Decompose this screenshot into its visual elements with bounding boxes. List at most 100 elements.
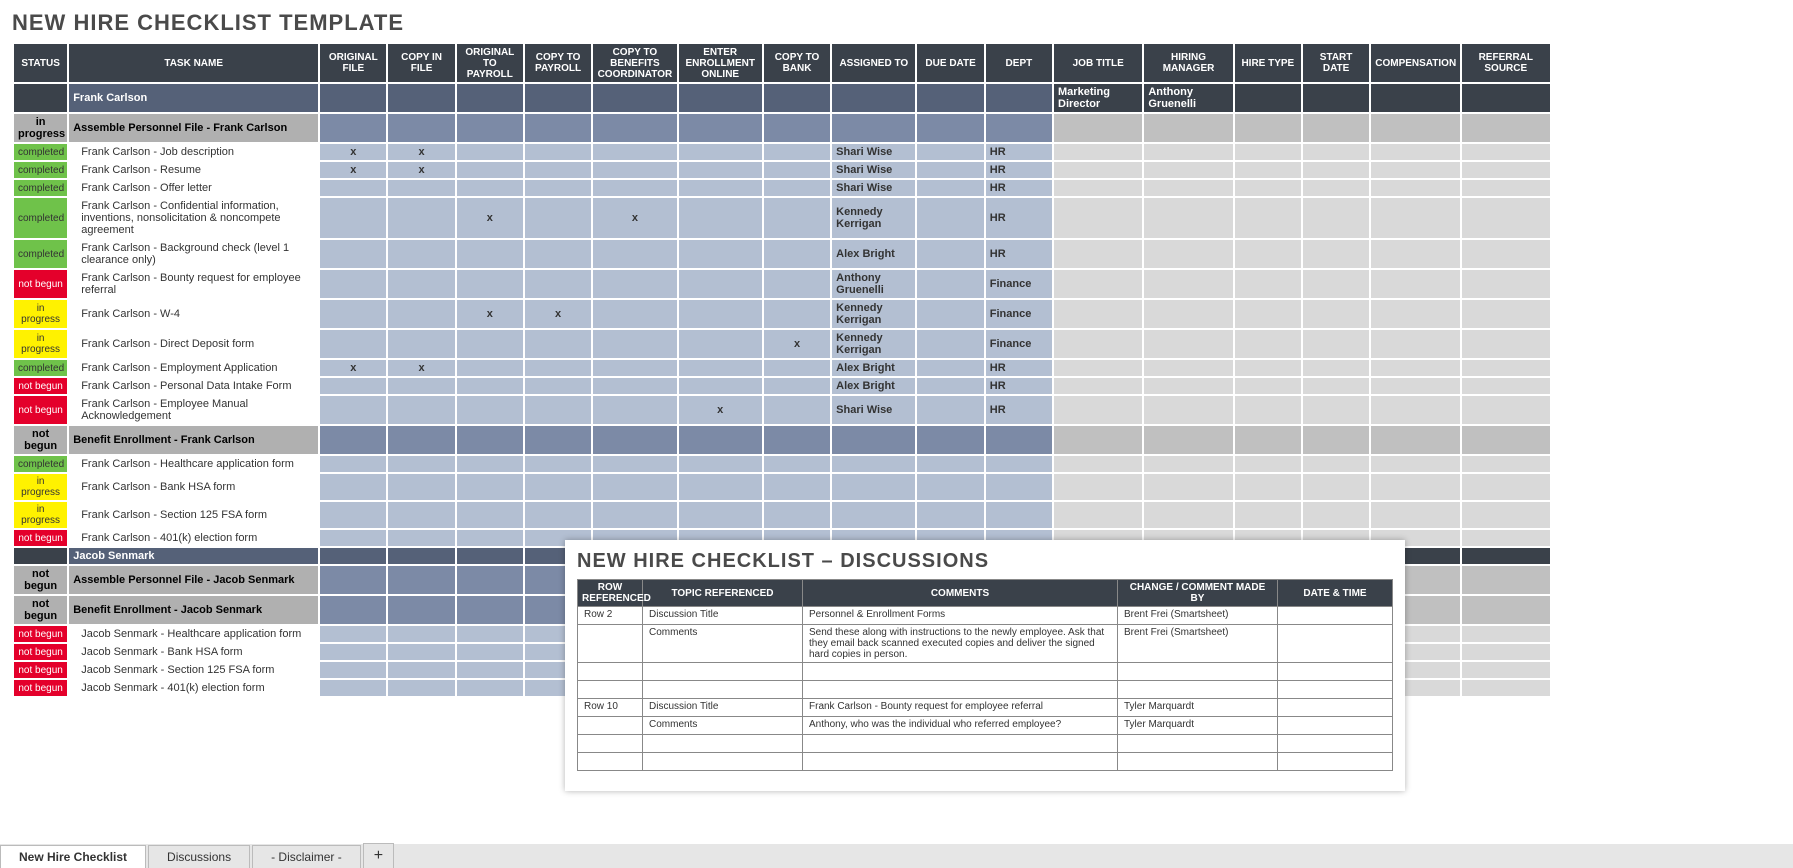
- status-cell[interactable]: not begun: [13, 529, 68, 547]
- add-tab-button[interactable]: +: [363, 843, 394, 868]
- mark-cell[interactable]: [387, 377, 455, 395]
- mark-cell[interactable]: [456, 501, 524, 529]
- mark-cell[interactable]: [524, 161, 592, 179]
- mark-cell[interactable]: [387, 455, 455, 473]
- mark-cell[interactable]: [456, 377, 524, 395]
- mark-cell[interactable]: [319, 455, 387, 473]
- mark-cell[interactable]: [319, 643, 387, 661]
- mark-cell[interactable]: [456, 625, 524, 643]
- column-header[interactable]: COPY IN FILE: [387, 43, 455, 83]
- mark-cell[interactable]: [678, 161, 763, 179]
- mark-cell[interactable]: [524, 473, 592, 501]
- status-cell[interactable]: not begun: [13, 661, 68, 679]
- mark-cell[interactable]: [319, 625, 387, 643]
- mark-cell[interactable]: [456, 143, 524, 161]
- mark-cell[interactable]: [319, 661, 387, 679]
- mark-cell[interactable]: [592, 501, 677, 529]
- sheet-tab[interactable]: - Disclaimer -: [252, 845, 361, 868]
- status-cell[interactable]: not begun: [13, 377, 68, 395]
- sheet-tab[interactable]: Discussions: [148, 845, 250, 868]
- column-header[interactable]: COMPENSATION: [1370, 43, 1460, 83]
- mark-cell[interactable]: [592, 395, 677, 425]
- mark-cell[interactable]: [763, 359, 831, 377]
- column-header[interactable]: COPY TO PAYROLL: [524, 43, 592, 83]
- mark-cell[interactable]: [319, 269, 387, 299]
- mark-cell[interactable]: [387, 501, 455, 529]
- mark-cell[interactable]: [456, 269, 524, 299]
- mark-cell[interactable]: [319, 395, 387, 425]
- mark-cell[interactable]: [763, 501, 831, 529]
- mark-cell[interactable]: [678, 269, 763, 299]
- mark-cell[interactable]: [763, 143, 831, 161]
- status-cell[interactable]: not begun: [13, 425, 68, 455]
- column-header[interactable]: ORIGINAL FILE: [319, 43, 387, 83]
- status-cell[interactable]: not begun: [13, 395, 68, 425]
- mark-cell[interactable]: x: [387, 143, 455, 161]
- status-cell[interactable]: completed: [13, 239, 68, 269]
- mark-cell[interactable]: [387, 239, 455, 269]
- mark-cell[interactable]: [678, 473, 763, 501]
- mark-cell[interactable]: [387, 395, 455, 425]
- mark-cell[interactable]: [763, 395, 831, 425]
- mark-cell[interactable]: [456, 395, 524, 425]
- mark-cell[interactable]: [592, 161, 677, 179]
- column-header[interactable]: JOB TITLE: [1053, 43, 1143, 83]
- column-header[interactable]: ENTER ENROLLMENT ONLINE: [678, 43, 763, 83]
- mark-cell[interactable]: [678, 299, 763, 329]
- mark-cell[interactable]: [678, 501, 763, 529]
- mark-cell[interactable]: [456, 679, 524, 697]
- column-header[interactable]: DUE DATE: [916, 43, 984, 83]
- status-cell[interactable]: in progress: [13, 501, 68, 529]
- mark-cell[interactable]: [319, 679, 387, 697]
- mark-cell[interactable]: [524, 179, 592, 197]
- status-cell[interactable]: in progress: [13, 113, 68, 143]
- mark-cell[interactable]: [387, 679, 455, 697]
- mark-cell[interactable]: [387, 625, 455, 643]
- mark-cell[interactable]: [678, 329, 763, 359]
- mark-cell[interactable]: [592, 239, 677, 269]
- mark-cell[interactable]: [456, 329, 524, 359]
- mark-cell[interactable]: x: [387, 161, 455, 179]
- mark-cell[interactable]: [319, 197, 387, 239]
- status-cell[interactable]: in progress: [13, 299, 68, 329]
- mark-cell[interactable]: [456, 473, 524, 501]
- mark-cell[interactable]: [319, 179, 387, 197]
- mark-cell[interactable]: [524, 329, 592, 359]
- column-header[interactable]: TASK NAME: [68, 43, 319, 83]
- mark-cell[interactable]: [456, 179, 524, 197]
- column-header[interactable]: HIRE TYPE: [1234, 43, 1302, 83]
- mark-cell[interactable]: [387, 643, 455, 661]
- column-header[interactable]: ORIGINAL TO PAYROLL: [456, 43, 524, 83]
- mark-cell[interactable]: [387, 197, 455, 239]
- mark-cell[interactable]: [678, 455, 763, 473]
- mark-cell[interactable]: [763, 473, 831, 501]
- mark-cell[interactable]: x: [678, 395, 763, 425]
- mark-cell[interactable]: [678, 179, 763, 197]
- mark-cell[interactable]: [592, 269, 677, 299]
- mark-cell[interactable]: [456, 161, 524, 179]
- mark-cell[interactable]: [678, 143, 763, 161]
- status-cell[interactable]: in progress: [13, 329, 68, 359]
- mark-cell[interactable]: [319, 239, 387, 269]
- mark-cell[interactable]: [592, 359, 677, 377]
- status-cell[interactable]: completed: [13, 179, 68, 197]
- mark-cell[interactable]: x: [524, 299, 592, 329]
- mark-cell[interactable]: [592, 377, 677, 395]
- mark-cell[interactable]: [592, 473, 677, 501]
- mark-cell[interactable]: [678, 239, 763, 269]
- mark-cell[interactable]: [387, 269, 455, 299]
- column-header[interactable]: COPY TO BENEFITS COORDINATOR: [592, 43, 677, 83]
- mark-cell[interactable]: [524, 455, 592, 473]
- mark-cell[interactable]: [592, 143, 677, 161]
- column-header[interactable]: REFERRAL SOURCE: [1461, 43, 1551, 83]
- mark-cell[interactable]: [763, 269, 831, 299]
- status-cell[interactable]: not begun: [13, 679, 68, 697]
- mark-cell[interactable]: [524, 395, 592, 425]
- mark-cell[interactable]: [592, 179, 677, 197]
- mark-cell[interactable]: [319, 299, 387, 329]
- status-cell[interactable]: not begun: [13, 625, 68, 643]
- mark-cell[interactable]: [524, 501, 592, 529]
- status-cell[interactable]: not begun: [13, 643, 68, 661]
- mark-cell[interactable]: [456, 455, 524, 473]
- mark-cell[interactable]: [319, 473, 387, 501]
